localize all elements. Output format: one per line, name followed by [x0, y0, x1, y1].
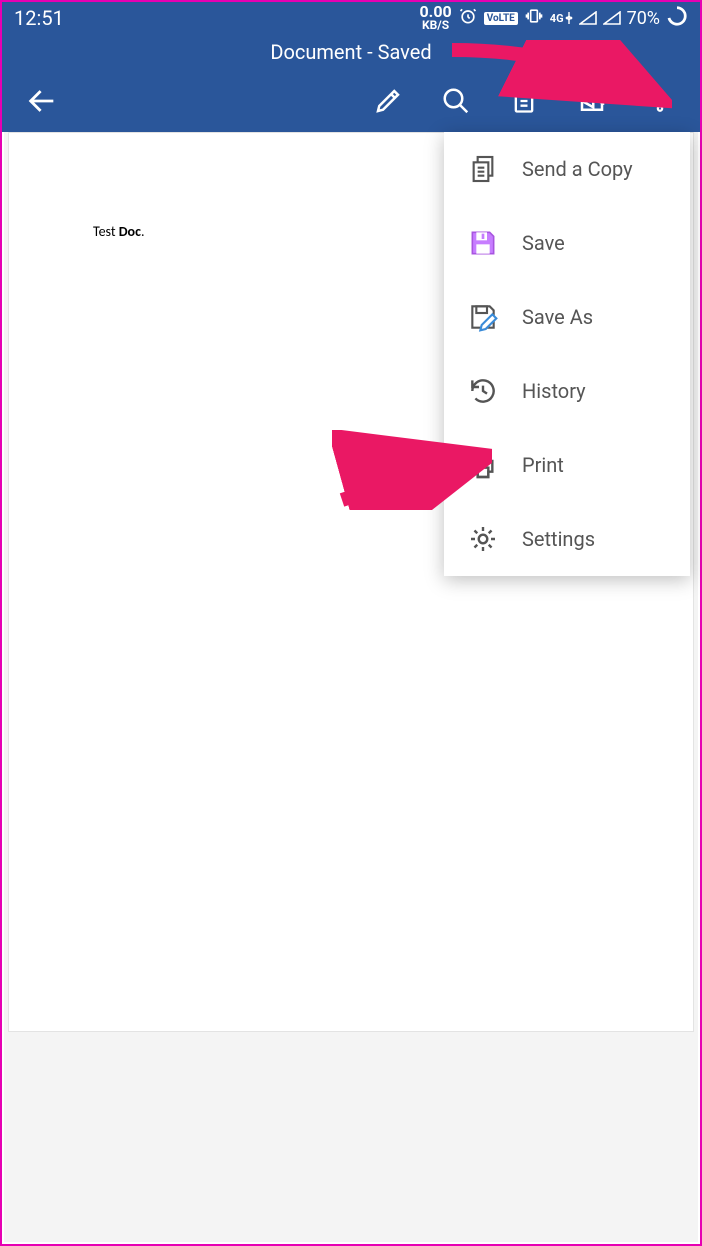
menu-item-label: Save — [522, 231, 565, 255]
more-options-button[interactable] — [630, 71, 690, 131]
signal-triangle-1-icon — [579, 11, 597, 25]
send-copy-icon — [466, 152, 500, 186]
document-body-text[interactable]: Test Doc. — [93, 223, 144, 240]
data-rate-indicator: 0.00 KB/S — [420, 5, 452, 30]
battery-percent: 70% — [627, 8, 660, 29]
back-button[interactable] — [12, 71, 72, 131]
vibrate-icon — [524, 6, 544, 31]
edit-button[interactable] — [358, 71, 418, 131]
app-toolbar — [2, 70, 700, 132]
signal-triangle-2-icon — [603, 11, 621, 25]
settings-icon — [466, 522, 500, 556]
menu-item-save-as[interactable]: Save As — [444, 280, 690, 354]
print-icon — [466, 448, 500, 482]
volte-badge: VoLTE — [484, 12, 518, 25]
battery-ring-icon — [666, 5, 688, 32]
history-icon — [466, 374, 500, 408]
share-button[interactable] — [562, 71, 622, 131]
menu-item-settings[interactable]: Settings — [444, 502, 690, 576]
app-title-bar: Document - Saved — [2, 34, 700, 70]
menu-item-label: Print — [522, 453, 564, 477]
menu-item-history[interactable]: History — [444, 354, 690, 428]
save-icon — [466, 226, 500, 260]
save-as-icon — [466, 300, 500, 334]
menu-item-save[interactable]: Save — [444, 206, 690, 280]
menu-item-label: History — [522, 379, 586, 403]
overflow-menu: Send a Copy Save Save As History Print S… — [444, 132, 690, 576]
network-indicator: 4G — [550, 12, 573, 25]
status-time: 12:51 — [14, 6, 64, 30]
menu-item-send-copy[interactable]: Send a Copy — [444, 132, 690, 206]
menu-item-label: Settings — [522, 527, 595, 551]
alarm-icon — [458, 6, 478, 31]
menu-item-print[interactable]: Print — [444, 428, 690, 502]
menu-item-label: Save As — [522, 305, 593, 329]
document-title: Document - Saved — [270, 40, 431, 64]
menu-item-label: Send a Copy — [522, 157, 633, 181]
android-status-bar: 12:51 0.00 KB/S VoLTE 4G 70% — [2, 2, 700, 34]
search-button[interactable] — [426, 71, 486, 131]
reading-view-button[interactable] — [494, 71, 554, 131]
